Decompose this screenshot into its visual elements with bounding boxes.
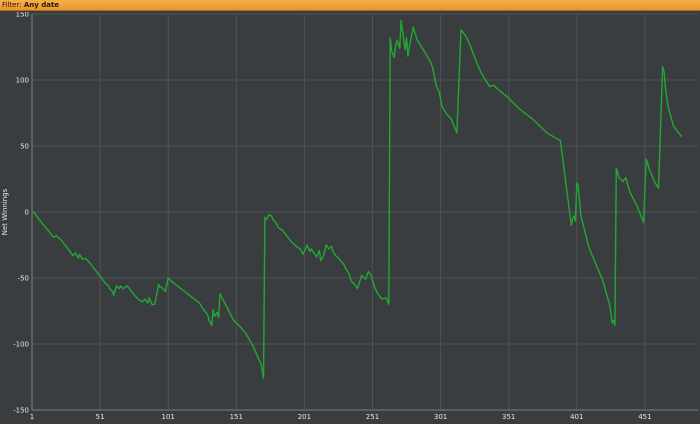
x-tick-label: 151 <box>230 413 243 421</box>
y-tick-label: 150 <box>16 12 29 19</box>
x-tick-label: 1 <box>30 413 34 421</box>
filter-bar[interactable]: Filter: Any date <box>0 0 700 11</box>
x-tick-label: 51 <box>96 413 105 421</box>
x-tick-label: 201 <box>298 413 311 421</box>
net-winnings-chart: -150-100-500501001501 51 101 151 201 251 301 35… <box>1 12 698 421</box>
x-tick-label: 101 <box>162 413 175 421</box>
y-tick-label: 100 <box>16 77 29 85</box>
x-tick-label: 451 <box>638 413 651 421</box>
y-tick-label: 50 <box>20 143 29 151</box>
filter-label: Filter: <box>2 1 22 9</box>
x-tick-label: 251 <box>366 413 379 421</box>
y-axis-title: Net Winnings <box>1 188 9 235</box>
chart-area: -150 -100 -50 0 50 100 150 1 51 101 151 201 251 301 35… <box>0 12 700 424</box>
y-tick-label: 0 <box>25 209 29 217</box>
filter-value[interactable]: Any date <box>24 1 59 9</box>
y-tick-label: -150 <box>13 407 29 415</box>
x-tick-label: 401 <box>570 413 583 421</box>
x-tick-label: 301 <box>434 413 447 421</box>
y-tick-label: -50 <box>18 275 29 283</box>
x-tick-label: 351 <box>502 413 515 421</box>
y-tick-label: -100 <box>13 341 29 349</box>
